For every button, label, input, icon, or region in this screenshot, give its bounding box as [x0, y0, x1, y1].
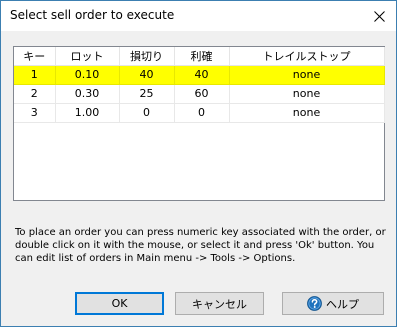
table-row[interactable]: 3 1.00 0 0 none	[14, 103, 385, 123]
table-header-row: キー ロット 損切り 利確 トレイルストップ	[14, 47, 385, 66]
cell-key: 1	[14, 65, 56, 85]
column-header-lot[interactable]: ロット	[55, 47, 120, 66]
cell-lot: 0.30	[55, 84, 120, 104]
help-question-icon	[307, 296, 322, 311]
column-header-trailing-stop[interactable]: トレイルストップ	[229, 47, 385, 66]
cancel-button-label: キャンセル	[192, 297, 247, 311]
orders-list[interactable]: キー ロット 損切り 利確 トレイルストップ 1 0.10 40 40 none…	[13, 46, 385, 201]
column-header-stop-loss[interactable]: 損切り	[119, 47, 175, 66]
cell-stop-loss: 40	[119, 65, 175, 85]
cell-take-profit: 0	[174, 103, 230, 123]
close-button[interactable]	[362, 1, 396, 31]
column-header-take-profit[interactable]: 利確	[174, 47, 230, 66]
cell-trailing-stop: none	[229, 103, 385, 123]
cancel-button[interactable]: キャンセル	[175, 292, 264, 315]
instructions-text: To place an order you can press numeric …	[15, 227, 386, 264]
help-button-label: ヘルプ	[326, 297, 359, 311]
table-row[interactable]: 2 0.30 25 60 none	[14, 84, 385, 104]
cell-stop-loss: 25	[119, 84, 175, 104]
orders-table: キー ロット 損切り 利確 トレイルストップ 1 0.10 40 40 none…	[14, 47, 385, 123]
close-icon	[373, 10, 385, 22]
cell-take-profit: 60	[174, 84, 230, 104]
cell-trailing-stop: none	[229, 65, 385, 85]
ok-button-label: OK	[111, 297, 128, 310]
table-row[interactable]: 1 0.10 40 40 none	[14, 65, 385, 85]
cell-take-profit: 40	[174, 65, 230, 85]
cell-stop-loss: 0	[119, 103, 175, 123]
window-title: Select sell order to execute	[10, 8, 175, 22]
title-bar: Select sell order to execute	[1, 1, 396, 31]
cell-key: 2	[14, 84, 56, 104]
cell-key: 3	[14, 103, 56, 123]
column-header-key[interactable]: キー	[14, 47, 56, 66]
cell-lot: 1.00	[55, 103, 120, 123]
cell-trailing-stop: none	[229, 84, 385, 104]
cell-lot: 0.10	[55, 65, 120, 85]
help-button[interactable]: ヘルプ	[282, 292, 384, 315]
dialog-window: Select sell order to execute キー ロット 損切り …	[0, 0, 397, 327]
ok-button[interactable]: OK	[75, 292, 164, 315]
